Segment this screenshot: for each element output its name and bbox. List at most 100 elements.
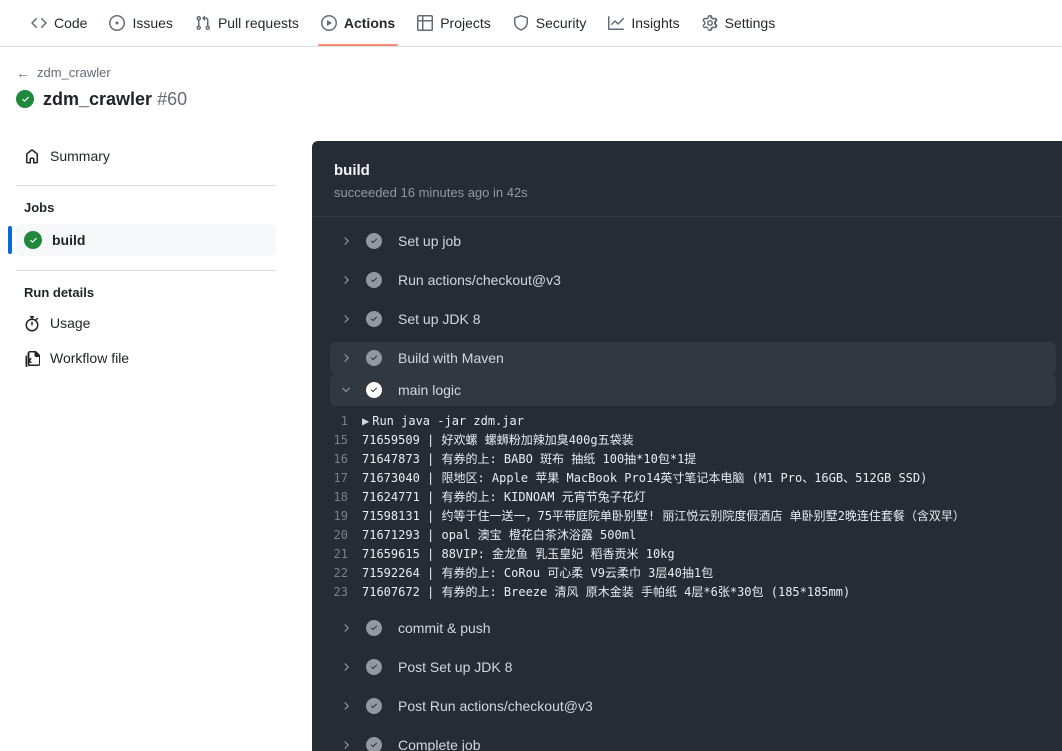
step-label: Complete job	[398, 737, 481, 751]
page-title: zdm_crawler #60	[16, 89, 276, 110]
log-line-text: 71659615 | 88VIP: 金龙鱼 乳玉皇妃 稻香贡米 10kg	[362, 547, 675, 562]
back-link-label: zdm_crawler	[37, 65, 111, 80]
repo-nav-label: Actions	[343, 15, 396, 31]
code-icon	[31, 15, 47, 31]
log-line: 22 71592264 | 有券的上: CoRou 可心柔 V9云柔巾 3层40抽…	[312, 564, 1062, 583]
graph-icon	[608, 15, 625, 31]
step-row-complete-job[interactable]: Complete job	[330, 729, 1056, 751]
log-line-number: 21	[333, 547, 348, 562]
repo-nav-label: Security	[535, 15, 587, 31]
log-line: 20 71671293 | opal 澳宝 橙花白茶沐浴露 500ml	[312, 526, 1062, 545]
log-line-number: 19	[333, 509, 348, 524]
repo-nav-label: Settings	[724, 15, 776, 31]
log-line-number: 22	[333, 566, 348, 581]
check-circle-icon	[366, 350, 382, 367]
step-spacer	[312, 644, 1062, 651]
check-circle-icon	[16, 90, 34, 109]
log-line: 17 71673040 | 限地区: Apple 苹果 MacBook Pro14…	[312, 469, 1062, 488]
log-line-content: Run java -jar zdm.jar	[372, 414, 524, 429]
repo-nav-item-code[interactable]: Code	[20, 0, 98, 46]
check-circle-icon	[366, 698, 382, 715]
repo-nav-label: Code	[54, 15, 88, 31]
chevron-right-icon[interactable]	[338, 620, 354, 636]
log-line-text: 71607672 | 有券的上: Breeze 清风 原木金装 手帕纸 4层*6…	[362, 585, 851, 600]
step-label: Set up job	[398, 233, 462, 250]
file-code-icon	[24, 350, 40, 367]
run-number: #60	[157, 88, 188, 109]
check-circle-icon	[366, 272, 382, 289]
repo-nav-item-settings[interactable]: Settings	[691, 0, 787, 46]
sidebar-divider-2	[16, 270, 276, 272]
run-details-heading: Run details	[24, 285, 95, 301]
sidebar-item-summary[interactable]: Summary	[16, 142, 276, 172]
chevron-right-icon[interactable]	[338, 311, 354, 327]
log-line-number: 17	[333, 471, 348, 486]
repo-nav-label: Insights	[631, 15, 680, 31]
git-pull-request-icon	[195, 15, 211, 31]
home-icon	[24, 148, 40, 165]
step-row-post-set-up-jdk-8[interactable]: Post Set up JDK 8	[330, 651, 1056, 683]
log-line-text: 71647873 | 有券的上: BABO 斑布 抽纸 100抽*10包*1提	[362, 452, 697, 467]
sidebar-item-label-workflow-file: Workflow file	[50, 350, 130, 367]
steps-after-list: commit & push Post Set up JDK 8 Post Run a…	[312, 610, 1062, 751]
step-row-set-up-jdk-8[interactable]: Set up JDK 8	[330, 303, 1056, 335]
log-line-text: 71624771 | 有券的上: KIDNOAM 元宵节兔子花灯	[362, 490, 646, 505]
job-log-panel: build succeeded 16 minutes ago in 42s Se…	[312, 141, 1062, 751]
stopwatch-icon	[24, 316, 40, 332]
run-sidebar: ← zdm_crawler zdm_crawler #60 Summary Job…	[0, 47, 292, 751]
log-line: 21 71659615 | 88VIP: 金龙鱼 乳玉皇妃 稻香贡米 10kg	[312, 545, 1062, 564]
chevron-right-icon[interactable]	[338, 233, 354, 249]
repo-nav-label: Projects	[440, 15, 491, 31]
repo-nav-item-insights[interactable]: Insights	[597, 0, 690, 46]
step-label: commit & push	[398, 620, 491, 637]
log-job-status: succeeded 16 minutes ago in 42s	[334, 185, 528, 200]
check-circle-icon	[366, 659, 382, 676]
sidebar-item-job-build[interactable]: build	[8, 224, 276, 257]
log-group-triangle-icon[interactable]: ▶	[362, 414, 369, 428]
step-row-set-up-job[interactable]: Set up job	[330, 225, 1056, 257]
log-output[interactable]: 1 ▶ Run java -jar zdm.jar 15 71659509 | 好欢螺 …	[312, 406, 1062, 610]
sidebar-item-usage[interactable]: Usage	[16, 309, 276, 339]
repo-nav-item-actions[interactable]: Actions	[310, 0, 406, 46]
log-panel-header: build succeeded 16 minutes ago in 42s	[312, 141, 1062, 218]
log-line: 16 71647873 | 有券的上: BABO 斑布 抽纸 100抽*10包*1…	[312, 450, 1062, 469]
chevron-right-icon[interactable]	[338, 737, 354, 751]
log-line: 23 71607672 | 有券的上: Breeze 清风 原木金装 手帕纸 4层…	[312, 583, 1062, 602]
repo-nav-item-pull-requests[interactable]: Pull requests	[184, 0, 310, 46]
check-circle-icon	[366, 233, 382, 250]
step-label: main logic	[398, 382, 462, 399]
step-row-post-run-actions-checkout-v3[interactable]: Post Run actions/checkout@v3	[330, 690, 1056, 722]
shield-icon	[513, 15, 529, 31]
log-line-text: 71598131 | 约等于住一送一，75平带庭院单卧别墅! 丽江悦云别院度假酒…	[362, 509, 965, 524]
log-line-number: 16	[333, 452, 348, 467]
back-to-workflow-link[interactable]: ← zdm_crawler	[16, 65, 276, 82]
chevron-right-icon[interactable]	[338, 698, 354, 714]
check-circle-icon	[366, 311, 382, 328]
chevron-right-icon[interactable]	[338, 272, 354, 288]
play-icon	[320, 15, 337, 31]
chevron-right-icon[interactable]	[338, 350, 354, 366]
step-row-main-logic[interactable]: main logic	[330, 374, 1056, 407]
step-row-commit-push[interactable]: commit & push	[330, 612, 1056, 644]
log-line: 1 ▶ Run java -jar zdm.jar	[312, 412, 1062, 431]
log-line-number: 23	[333, 585, 348, 600]
log-line-number: 1	[340, 414, 348, 429]
check-circle-icon	[24, 231, 42, 250]
run-details-list: Usage Workflow file	[16, 309, 276, 373]
repo-nav-item-projects[interactable]: Projects	[406, 0, 502, 46]
step-label: Build with Maven	[398, 350, 504, 367]
log-line-text: 71659509 | 好欢螺 螺蛳粉加辣加臭400g五袋装	[362, 433, 634, 448]
step-label: Post Run actions/checkout@v3	[398, 698, 593, 715]
repo-nav-item-security[interactable]: Security	[502, 0, 598, 46]
sidebar-item-workflow-file[interactable]: Workflow file	[16, 344, 276, 374]
chevron-down-icon[interactable]	[338, 382, 354, 398]
repo-nav-item-issues[interactable]: Issues	[98, 0, 183, 46]
chevron-right-icon[interactable]	[338, 659, 354, 675]
run-title-text: zdm_crawler	[43, 88, 153, 109]
step-label: Set up JDK 8	[398, 311, 481, 328]
step-row-run-actions-checkout-v3[interactable]: Run actions/checkout@v3	[330, 264, 1056, 296]
log-line-text: 71671293 | opal 澳宝 橙花白茶沐浴露 500ml	[362, 528, 637, 543]
step-row-build-with-maven[interactable]: Build with Maven	[330, 342, 1056, 375]
issue-icon	[109, 15, 126, 31]
table-icon	[417, 15, 434, 31]
